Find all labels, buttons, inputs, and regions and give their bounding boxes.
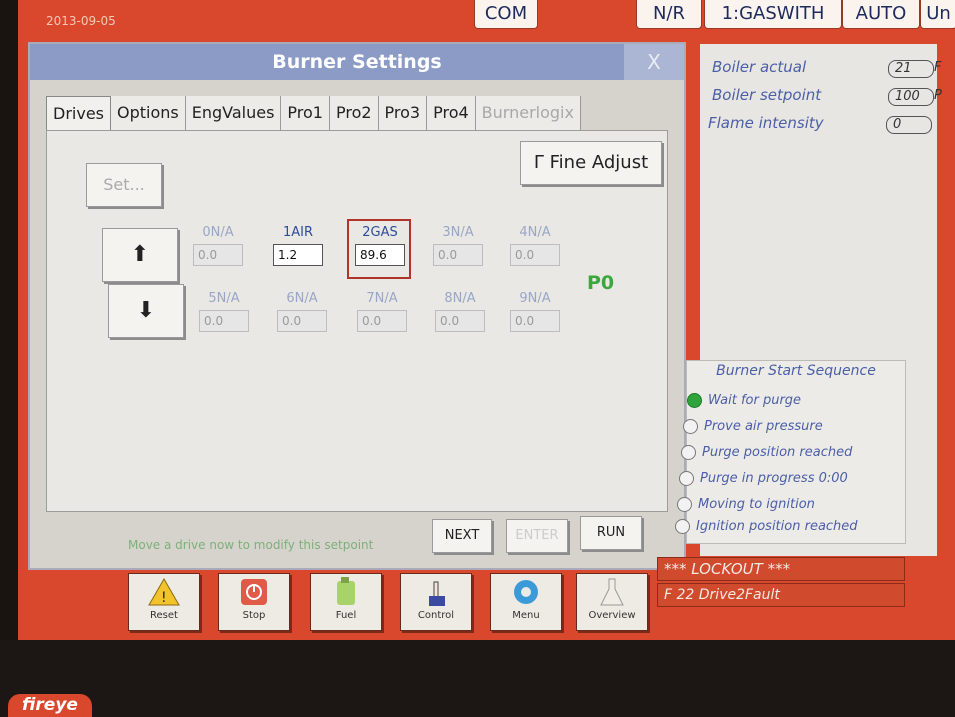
drive-0[interactable]: 0N/A 0.0 xyxy=(188,224,248,266)
drive-8[interactable]: 8N/A 0.0 xyxy=(430,290,490,332)
svg-text:!: ! xyxy=(161,590,167,606)
reset-button[interactable]: ! Reset xyxy=(128,573,200,631)
drive-name: 0N/A xyxy=(202,225,234,240)
brand-logo: fireye xyxy=(8,694,92,717)
profile-indicator: P0 xyxy=(587,272,615,294)
tab-drives[interactable]: Drives xyxy=(46,96,111,131)
sequence-step: Wait for purge xyxy=(687,393,801,408)
fuel-label: Fuel xyxy=(335,610,357,621)
menu-label: Menu xyxy=(512,610,540,621)
drive-name: 8N/A xyxy=(444,291,476,306)
overview-label: Overview xyxy=(588,610,636,621)
control-button[interactable]: Control xyxy=(400,573,472,631)
fuel-button[interactable]: Fuel xyxy=(310,573,382,631)
down-arrow-icon[interactable]: ⬇ xyxy=(108,284,184,338)
status-dot-icon xyxy=(675,519,690,534)
drive-7[interactable]: 7N/A 0.0 xyxy=(352,290,412,332)
status-dot-icon xyxy=(683,419,698,434)
sequence-step: Purge position reached xyxy=(681,445,852,460)
status-dot-icon xyxy=(687,393,702,408)
com-status[interactable]: COM xyxy=(474,0,538,29)
boiler-setpoint-label: Boiler setpoint xyxy=(712,86,822,104)
drive-value: 0.0 xyxy=(510,244,560,266)
tab-engvalues[interactable]: EngValues xyxy=(185,96,282,130)
tab-pro1[interactable]: Pro1 xyxy=(281,96,330,130)
fuel-profile-button[interactable]: 1:GASWITH xyxy=(704,0,842,29)
drive-name: 1AIR xyxy=(282,225,314,240)
flame-intensity-label: Flame intensity xyxy=(708,114,824,132)
drive-9[interactable]: 9N/A 0.0 xyxy=(505,290,565,332)
settings-tabs: Drives Options EngValues Pro1 Pro2 Pro3 … xyxy=(46,96,581,131)
drive-value: 0.0 xyxy=(433,244,483,266)
device-bezel xyxy=(0,640,955,717)
status-dot-icon xyxy=(679,471,694,486)
lockout-banner: *** LOCKOUT *** xyxy=(657,557,905,581)
drive-name: 3N/A xyxy=(442,225,474,240)
burner-start-sequence: Burner Start Sequence Wait for purge Pro… xyxy=(675,360,906,544)
drive-name: 9N/A xyxy=(519,291,551,306)
up-arrow-icon[interactable]: ⬆ xyxy=(102,228,178,282)
tab-pro2[interactable]: Pro2 xyxy=(329,96,379,130)
fault-message: F 22 Drive2Fault xyxy=(657,583,905,607)
overview-button[interactable]: Overview xyxy=(576,573,648,631)
boiler-actual-label: Boiler actual xyxy=(712,58,807,76)
drive-value: 0.0 xyxy=(193,244,243,266)
stop-button[interactable]: Stop xyxy=(218,573,290,631)
set-button[interactable]: Set... xyxy=(86,163,162,207)
drive-3[interactable]: 3N/A 0.0 xyxy=(428,224,488,266)
run-button[interactable]: RUN xyxy=(580,516,642,550)
boiler-actual-value: 21 xyxy=(888,60,934,78)
status-dot-icon xyxy=(681,445,696,460)
drive-value: 0.0 xyxy=(435,310,485,332)
boiler-actual-unit: F xyxy=(934,60,942,75)
fuel-icon xyxy=(337,577,355,605)
nr-status[interactable]: N/R xyxy=(636,0,702,29)
control-icon xyxy=(429,581,445,606)
sequence-step: Moving to ignition xyxy=(677,497,815,512)
drive-value: 1.2 xyxy=(273,244,323,266)
units-button[interactable]: Un xyxy=(920,0,955,29)
boiler-setpoint-unit: P xyxy=(934,88,942,103)
drive-name: 7N/A xyxy=(366,291,398,306)
hint-text: Move a drive now to modify this setpoint xyxy=(128,538,374,552)
date-label: 2013-09-05 xyxy=(46,14,116,28)
sequence-step: Purge in progress 0:00 xyxy=(679,471,848,486)
boiler-setpoint-value: 100 xyxy=(888,88,934,106)
dialog-title: Burner Settings xyxy=(30,44,684,80)
status-dot-icon xyxy=(677,497,692,512)
auto-mode-button[interactable]: AUTO xyxy=(842,0,920,29)
reset-label: Reset xyxy=(150,610,178,621)
tab-burnerlogix[interactable]: Burnerlogix xyxy=(475,96,581,130)
drive-5[interactable]: 5N/A 0.0 xyxy=(194,290,254,332)
menu-button[interactable]: Menu xyxy=(490,573,562,631)
sequence-step: Prove air pressure xyxy=(683,419,823,434)
flask-icon xyxy=(600,578,624,606)
sequence-step: Ignition position reached xyxy=(675,519,858,534)
next-button[interactable]: NEXT xyxy=(432,519,492,553)
drive-name: 5N/A xyxy=(208,291,240,306)
tab-options[interactable]: Options xyxy=(111,96,186,130)
gear-icon xyxy=(514,580,538,604)
tab-pro4[interactable]: Pro4 xyxy=(427,96,476,130)
drive-value: 0.0 xyxy=(199,310,249,332)
sequence-title: Burner Start Sequence xyxy=(716,363,876,379)
drive-name: 6N/A xyxy=(286,291,318,306)
warning-icon: ! xyxy=(148,577,180,606)
enter-button[interactable]: ENTER xyxy=(506,519,568,553)
drive-value: 0.0 xyxy=(277,310,327,332)
drive-1-air[interactable]: 1AIR 1.2 xyxy=(268,224,328,266)
drive-name: 4N/A xyxy=(519,225,551,240)
stop-icon xyxy=(241,579,267,605)
fine-adjust-checkbox[interactable]: Γ Fine Adjust xyxy=(520,141,662,185)
stop-label: Stop xyxy=(242,610,266,621)
tab-pro3[interactable]: Pro3 xyxy=(378,96,428,130)
selected-drive-frame xyxy=(347,219,411,279)
close-icon[interactable]: X xyxy=(624,44,684,80)
drive-value: 0.0 xyxy=(357,310,407,332)
flame-intensity-value: 0 xyxy=(886,116,932,134)
control-label: Control xyxy=(417,610,455,621)
drive-4[interactable]: 4N/A 0.0 xyxy=(505,224,565,266)
drive-value: 0.0 xyxy=(510,310,560,332)
drive-6[interactable]: 6N/A 0.0 xyxy=(272,290,332,332)
